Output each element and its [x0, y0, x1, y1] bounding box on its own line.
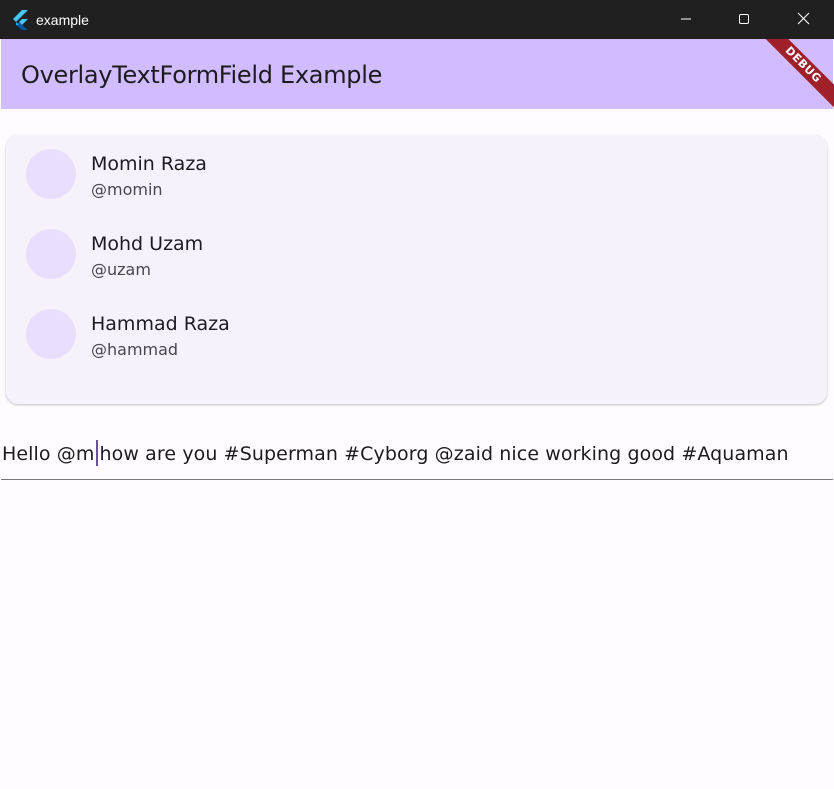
suggestion-handle: @hammad [91, 340, 179, 359]
maximize-button[interactable] [715, 0, 773, 39]
suggestion-item-hammad[interactable]: Hammad Raza @hammad [6, 295, 827, 375]
window-title: example [36, 12, 89, 28]
app-window: example OverlayTextFormField Example DEB… [0, 0, 834, 789]
close-icon [797, 10, 810, 29]
avatar [26, 149, 76, 199]
avatar [26, 309, 76, 359]
minimize-button[interactable] [657, 0, 715, 39]
suggestion-item-momin[interactable]: Momin Raza @momin [6, 135, 827, 215]
mention-suggestions-overlay: Momin Raza @momin Mohd Uzam @uzam Hammad… [6, 135, 827, 404]
overlay-text-form-field[interactable]: Hello @m how are you #Superman #Cyborg @z… [1, 430, 833, 480]
avatar [26, 229, 76, 279]
suggestion-name: Momin Raza [91, 153, 207, 175]
text-after-caret: how are you #Superman #Cyborg @zaid nice… [99, 443, 789, 465]
text-caret [95, 440, 98, 466]
page-title: OverlayTextFormField Example [21, 61, 383, 89]
suggestion-item-uzam[interactable]: Mohd Uzam @uzam [6, 215, 827, 295]
close-button[interactable] [774, 0, 832, 39]
minimize-icon [680, 10, 692, 29]
suggestion-handle: @momin [91, 180, 163, 199]
text-field-value[interactable]: Hello @m how are you #Superman #Cyborg @z… [2, 440, 789, 466]
window-title-bar[interactable]: example [0, 0, 834, 39]
app-bar: OverlayTextFormField Example [1, 39, 833, 109]
suggestion-name: Mohd Uzam [91, 233, 204, 255]
text-before-caret: Hello @m [2, 443, 95, 465]
flutter-logo-icon [11, 10, 29, 30]
suggestion-handle: @uzam [91, 260, 151, 279]
maximize-icon [738, 10, 750, 29]
suggestion-name: Hammad Raza [91, 313, 230, 335]
